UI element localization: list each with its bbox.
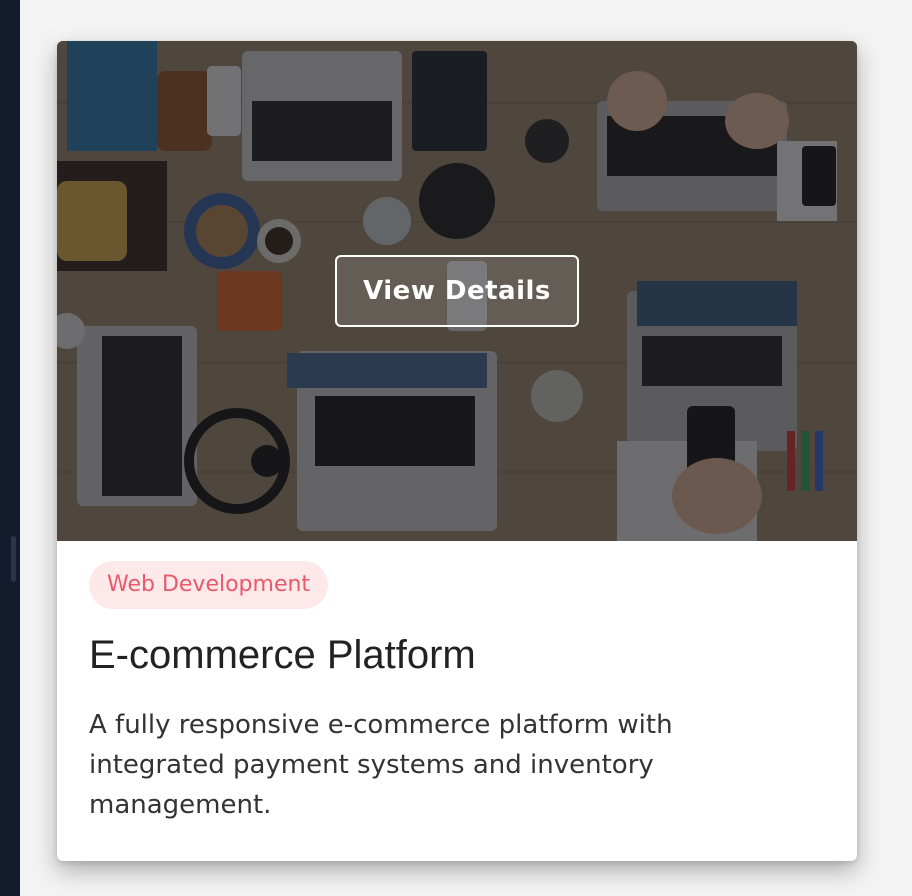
card-body: Web Development E-commerce Platform A fu… — [57, 541, 857, 825]
resize-handle[interactable] — [11, 536, 16, 582]
left-sidebar-rail — [0, 0, 20, 896]
project-description: A fully responsive e-commerce platform w… — [89, 710, 673, 820]
project-image: View Details — [57, 41, 857, 541]
view-details-button[interactable]: View Details — [335, 255, 579, 327]
project-title: E-commerce Platform — [89, 633, 476, 677]
category-badge: Web Development — [89, 561, 329, 609]
project-card[interactable]: View Details Web Development E-commerce … — [57, 41, 857, 861]
